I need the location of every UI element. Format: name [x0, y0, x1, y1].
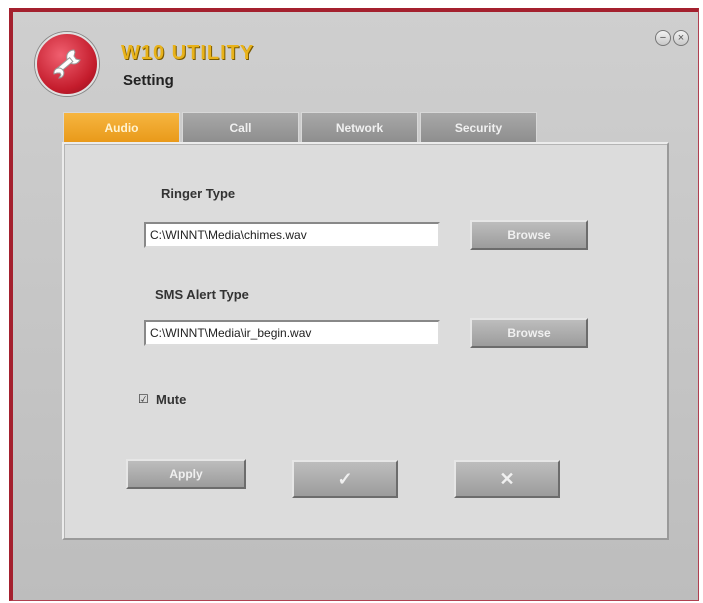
close-x-icon: ✕	[499, 469, 515, 489]
app-title: W10 UTILITY	[121, 42, 255, 64]
apply-button[interactable]: Apply	[126, 459, 246, 489]
ringer-type-field[interactable]: C:\WINNT\Media\chimes.wav	[144, 222, 440, 248]
sms-alert-type-label: SMS Alert Type	[155, 287, 249, 302]
audio-panel: Ringer Type C:\WINNT\Media\chimes.wav Br…	[62, 142, 669, 540]
tab-security[interactable]: Security	[420, 112, 537, 142]
mute-label: Mute	[156, 392, 187, 407]
app-logo	[35, 32, 99, 96]
ringer-type-label: Ringer Type	[161, 186, 236, 201]
mute-checkbox[interactable]: ☑	[138, 393, 150, 406]
checkmark-icon: ✓	[337, 469, 353, 489]
ok-button[interactable]: ✓	[292, 460, 398, 498]
wrench-icon	[53, 49, 81, 79]
tab-call[interactable]: Call	[182, 112, 299, 142]
page-subtitle: Setting	[123, 72, 174, 89]
ringer-browse-button[interactable]: Browse	[470, 220, 588, 250]
close-icon: ×	[677, 32, 685, 44]
settings-window: W10 UTILITY Setting − × Audio Call Netwo…	[9, 8, 699, 601]
minimize-button[interactable]: −	[655, 30, 671, 46]
sms-browse-button[interactable]: Browse	[470, 318, 588, 348]
close-button[interactable]: ×	[673, 30, 689, 46]
cancel-button[interactable]: ✕	[454, 460, 560, 498]
tab-network[interactable]: Network	[301, 112, 418, 142]
sms-alert-type-field[interactable]: C:\WINNT\Media\ir_begin.wav	[144, 320, 440, 346]
tab-audio[interactable]: Audio	[63, 112, 180, 142]
minimize-icon: −	[659, 32, 667, 44]
